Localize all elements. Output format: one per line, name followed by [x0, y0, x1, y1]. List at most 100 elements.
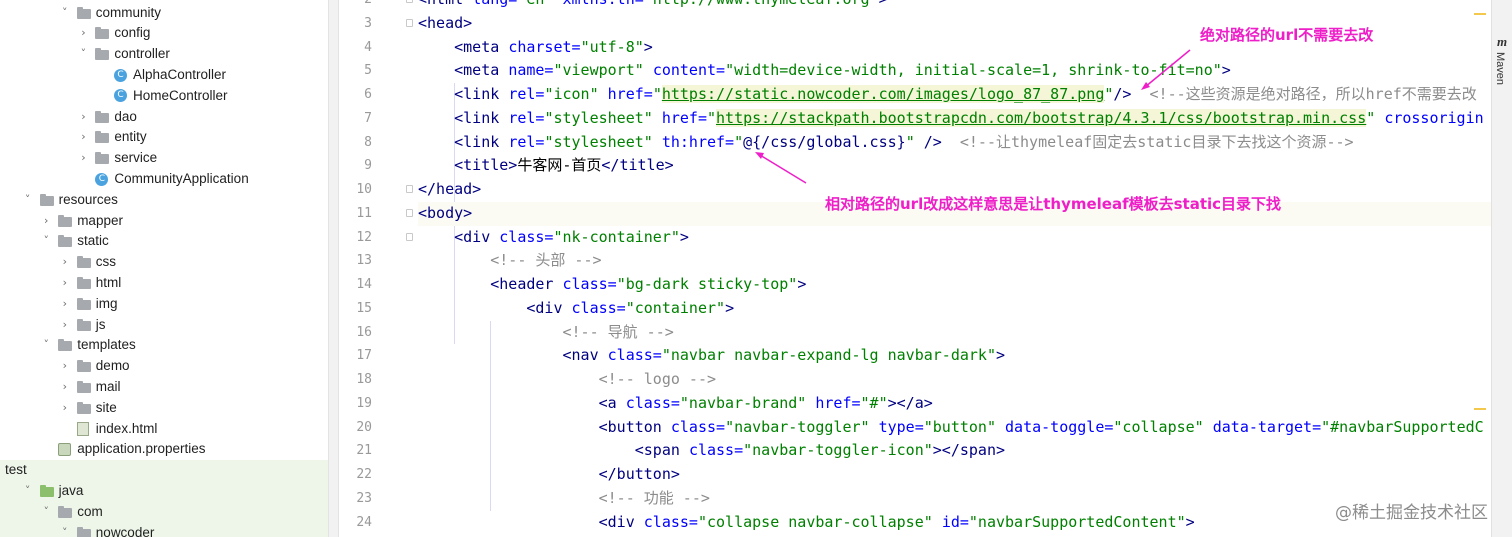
line-number: 7 — [364, 110, 372, 126]
code-token: "button" — [923, 417, 1006, 436]
tree-item[interactable]: › mapper — [0, 211, 328, 232]
chevron-down-icon[interactable]: ˅ — [22, 190, 34, 211]
tree-item[interactable]: ˅ community — [0, 3, 328, 24]
tree-item[interactable]: › config — [0, 23, 328, 44]
chevron-right-icon[interactable]: › — [59, 398, 71, 419]
line-number: 22 — [356, 467, 372, 482]
code-line[interactable]: <a class="navbar-brand" href="#"></a> — [418, 392, 1512, 416]
code-token: <body> — [418, 203, 473, 222]
tree-item[interactable]: › entity — [0, 127, 328, 148]
code-token: <div — [454, 227, 500, 246]
code-token: <div — [526, 298, 572, 317]
tree-item[interactable]: › service — [0, 148, 328, 169]
tree-item[interactable]: › demo — [0, 356, 328, 377]
tree-item[interactable]: ˅ controller — [0, 44, 328, 65]
tree-item[interactable]: › dao — [0, 107, 328, 128]
code-line[interactable]: <link rel="icon" href="https://static.no… — [418, 83, 1512, 107]
code-token: <link — [454, 85, 509, 103]
tree-item[interactable]: › site — [0, 398, 328, 419]
code-token: > — [679, 227, 689, 246]
chevron-right-icon[interactable]: › — [77, 127, 89, 148]
code-token: <link — [454, 132, 509, 151]
code-line[interactable]: <title>牛客网-首页</title> — [418, 154, 1512, 178]
tree-item[interactable]: C CommunityApplication — [0, 169, 328, 190]
chevron-right-icon[interactable]: › — [59, 377, 71, 398]
code-token: <!--让thymeleaf固定去static目录下去找这个资源--> — [959, 132, 1354, 151]
class-icon: C — [114, 68, 127, 82]
code-token: </title> — [601, 156, 674, 175]
chevron-right-icon[interactable]: › — [59, 252, 71, 273]
tree-item[interactable]: › js — [0, 315, 328, 336]
code-line[interactable]: <span class="navbar-toggler-icon"></span… — [418, 439, 1512, 463]
code-line[interactable]: <!-- 导航 --> — [418, 321, 1512, 345]
tree-item[interactable]: C AlphaController — [0, 65, 328, 86]
code-line[interactable]: <html lang="en" xmlns:th="http://www.thy… — [418, 0, 1512, 12]
code-line[interactable]: <link rel="stylesheet" th:href="@{/css/g… — [418, 131, 1512, 155]
code-line[interactable]: <link rel="stylesheet" href="https://sta… — [418, 107, 1512, 131]
chevron-right-icon[interactable]: › — [59, 273, 71, 294]
code-line[interactable]: <!-- logo --> — [418, 368, 1512, 392]
tree-item[interactable]: › css — [0, 252, 328, 273]
code-line[interactable]: <button class="navbar-toggler" type="but… — [418, 416, 1512, 440]
tree-item[interactable]: ˅ nowcoder — [0, 522, 328, 537]
maven-tool-window-button[interactable]: Maven — [1494, 52, 1506, 85]
resources-folder-icon — [39, 193, 54, 206]
line-number: 11 — [356, 205, 372, 221]
chevron-down-icon[interactable]: ˅ — [40, 502, 52, 523]
tree-item[interactable]: C HomeController — [0, 86, 328, 107]
chevron-right-icon[interactable]: › — [59, 294, 71, 315]
chevron-down-icon[interactable]: ˅ — [40, 231, 52, 252]
maven-icon[interactable]: m — [1497, 34, 1507, 50]
chevron-down-icon[interactable]: ˅ — [40, 335, 52, 356]
chevron-right-icon[interactable]: › — [40, 211, 52, 232]
code-token: class= — [688, 441, 744, 460]
warning-stripe-mark[interactable] — [1474, 13, 1486, 15]
folder-icon — [76, 526, 91, 537]
code-line[interactable]: <div class="container"> — [418, 297, 1512, 321]
code-token: /> — [923, 132, 942, 151]
chevron-down-icon[interactable]: ˅ — [59, 523, 71, 537]
tree-item[interactable]: ˅ resources — [0, 190, 328, 211]
tree-item-label: nowcoder — [95, 524, 155, 537]
chevron-down-icon[interactable]: ˅ — [77, 44, 89, 65]
warning-stripe-mark[interactable] — [1474, 408, 1486, 410]
tree-item[interactable]: › html — [0, 273, 328, 294]
line-number: 14 — [356, 277, 372, 292]
code-token: class= — [562, 275, 617, 293]
code-line[interactable]: <div class="nk-container"> — [418, 226, 1512, 250]
tree-item[interactable]: ˅ java — [0, 481, 328, 502]
tree-item[interactable]: ˅ templates — [0, 335, 328, 356]
test-folder-icon — [39, 485, 54, 497]
tree-item[interactable]: ˅ static — [0, 231, 328, 252]
tree-item[interactable]: index.html — [0, 419, 328, 440]
chevron-right-icon[interactable]: › — [77, 107, 89, 128]
tree-item-label: resources — [58, 191, 118, 207]
tree-item[interactable]: application.properties — [0, 439, 328, 460]
code-token: data-toggle= — [1005, 417, 1114, 436]
code-editor[interactable]: <html lang="en" xmlns:th="http://www.thy… — [402, 0, 1512, 537]
chevron-right-icon[interactable]: › — [77, 148, 89, 169]
tree-item[interactable]: test — [0, 460, 328, 481]
code-line[interactable]: <nav class="navbar navbar-expand-lg navb… — [418, 344, 1512, 368]
chevron-right-icon[interactable]: › — [77, 23, 89, 44]
code-line[interactable]: <header class="bg-dark sticky-top"> — [418, 273, 1512, 297]
code-line[interactable]: </button> — [418, 463, 1512, 487]
line-number: 17 — [356, 348, 372, 364]
code-token: "viewport" — [553, 61, 653, 80]
chevron-right-icon[interactable]: › — [59, 356, 71, 377]
tree-item[interactable]: › img — [0, 294, 328, 315]
chevron-down-icon[interactable]: ˅ — [22, 481, 34, 502]
tree-item[interactable]: ˅ com — [0, 501, 328, 523]
folder-icon — [76, 256, 91, 269]
code-line[interactable]: <!-- 头部 --> — [418, 249, 1512, 273]
tree-item-label: js — [95, 316, 106, 332]
project-tree-scrollbar[interactable] — [328, 0, 339, 537]
tree-item[interactable]: › mail — [0, 377, 328, 398]
chevron-down-icon[interactable]: ˅ — [59, 3, 71, 24]
code-line[interactable]: <meta name="viewport" content="width=dev… — [418, 59, 1512, 83]
code-token: > — [995, 346, 1006, 365]
chevron-right-icon[interactable]: › — [59, 315, 71, 336]
